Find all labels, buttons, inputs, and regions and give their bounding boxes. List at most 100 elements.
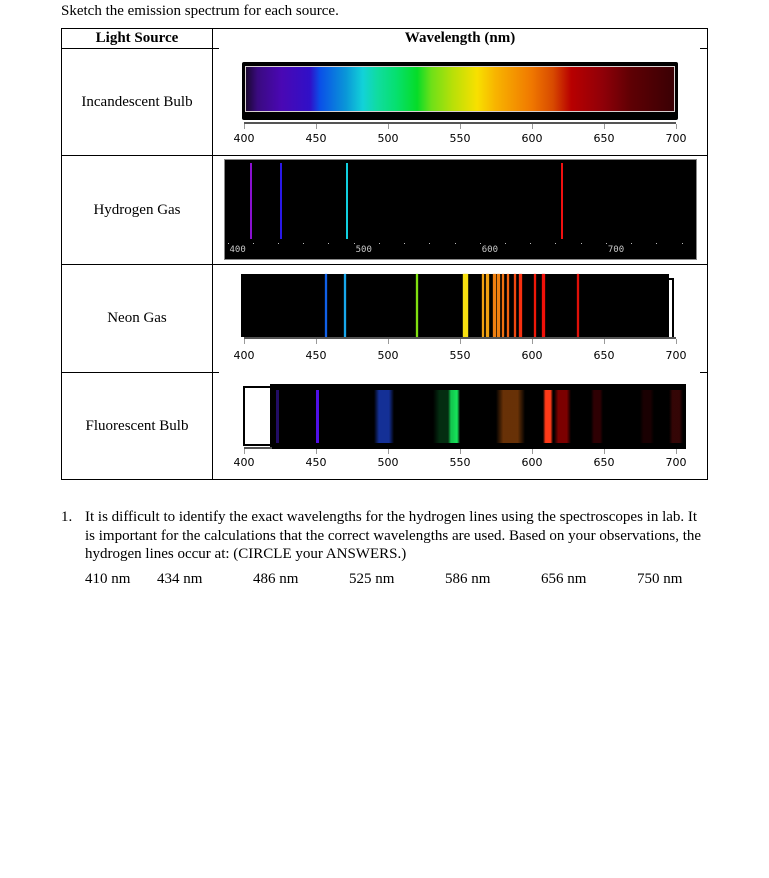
- source-hydrogen: Hydrogen Gas: [93, 202, 181, 218]
- axis-tick-label: 500: [377, 132, 399, 145]
- axis-tick: [460, 124, 461, 129]
- row-divider-1: [61, 155, 708, 156]
- choice-486[interactable]: 486 nm: [253, 571, 298, 588]
- axis-tick: [676, 449, 677, 454]
- choice-586[interactable]: 586 nm: [445, 571, 490, 588]
- axis-tick: [388, 124, 389, 129]
- hydrogen-axis-dot: [455, 243, 456, 244]
- neon-line-602: [533, 274, 537, 337]
- axis-tick-label: 450: [305, 132, 327, 145]
- hydrogen-axis-label: 700: [607, 245, 625, 255]
- axis-tick-label: 450: [305, 349, 327, 362]
- question-number: 1.: [61, 509, 73, 525]
- header-wavelength: Wavelength (nm): [404, 30, 516, 46]
- axis-tick-label: 600: [521, 456, 543, 469]
- axis-tick-label: 650: [593, 349, 615, 362]
- axis-tick-label: 500: [377, 456, 399, 469]
- axis-tick: [244, 124, 245, 129]
- neon-line-574: [493, 274, 497, 337]
- axis-tick-label: 550: [449, 132, 471, 145]
- hydrogen-axis-dot: [354, 243, 355, 244]
- axis-tick: [676, 124, 677, 129]
- hydrogen-axis-dot: [555, 243, 556, 244]
- source-neon: Neon Gas: [107, 310, 167, 326]
- table-border-bottom: [61, 479, 708, 480]
- choice-656[interactable]: 656 nm: [541, 571, 586, 588]
- axis-tick-label: 650: [593, 132, 615, 145]
- hydrogen-line-410: [250, 163, 252, 239]
- neon-line-588: [513, 274, 516, 337]
- hydrogen-line-656: [561, 163, 563, 239]
- column-divider: [212, 28, 213, 480]
- neon-line-554: [463, 274, 469, 337]
- axis-tick: [316, 449, 317, 454]
- axis-tick: [316, 339, 317, 344]
- neon-line-457: [324, 274, 328, 337]
- axis-tick: [388, 339, 389, 344]
- axis-tick: [532, 449, 533, 454]
- fluorescent-band-423: [275, 390, 279, 443]
- fluorescent-band-451: [315, 390, 320, 443]
- neon-line-583: [506, 274, 509, 337]
- axis-tick: [388, 449, 389, 454]
- axis-tick-label: 400: [233, 456, 255, 469]
- neon-line-608: [542, 274, 545, 337]
- hydrogen-axis-dot: [303, 243, 304, 244]
- hydrogen-axis-dot: [530, 243, 531, 244]
- axis-tick: [460, 339, 461, 344]
- row-divider-3-right: [700, 372, 708, 373]
- axis-tick: [532, 124, 533, 129]
- axis-tick-label: 550: [449, 349, 471, 362]
- row-divider-2: [61, 264, 708, 265]
- choice-525[interactable]: 525 nm: [349, 571, 394, 588]
- hydrogen-line-486: [346, 163, 348, 239]
- hydrogen-axis-dot: [656, 243, 657, 244]
- hydrogen-axis-dot: [682, 243, 683, 244]
- axis-tick-label: 450: [305, 456, 327, 469]
- fluorescent-band-497: [373, 390, 394, 443]
- hydrogen-axis-dot: [278, 243, 279, 244]
- axis-line: [244, 447, 272, 449]
- hydrogen-axis-dot: [505, 243, 506, 244]
- axis-tick: [604, 339, 605, 344]
- axis-tick-label: 700: [665, 132, 687, 145]
- axis-tick: [532, 339, 533, 344]
- axis-tick: [676, 339, 677, 344]
- axis-tick-label: 550: [449, 456, 471, 469]
- axis-tick-label: 600: [521, 349, 543, 362]
- hydrogen-line-434: [280, 163, 282, 239]
- choice-434[interactable]: 434 nm: [157, 571, 202, 588]
- axis-tick: [244, 339, 245, 344]
- axis-tick: [604, 124, 605, 129]
- table-border-top: [61, 28, 708, 29]
- axis-tick-label: 700: [665, 456, 687, 469]
- hydrogen-axis-dot: [328, 243, 329, 244]
- axis-tick-label: 600: [521, 132, 543, 145]
- hydrogen-axis-dot: [480, 243, 481, 244]
- hydrogen-axis-dot: [379, 243, 380, 244]
- axis-tick: [604, 449, 605, 454]
- axis-tick: [460, 449, 461, 454]
- instructions: Sketch the emission spectrum for each so…: [61, 3, 339, 19]
- neon-line-632: [576, 274, 580, 337]
- hydrogen-axis-label: 400: [229, 245, 246, 255]
- hydrogen-axis-label: 600: [481, 245, 499, 255]
- neon-line-470: [343, 274, 347, 337]
- choice-410[interactable]: 410 nm: [85, 571, 130, 588]
- choice-750[interactable]: 750 nm: [637, 571, 682, 588]
- row-divider-3: [61, 372, 219, 373]
- hydrogen-axis-dot: [253, 243, 254, 244]
- axis-tick-label: 400: [233, 349, 255, 362]
- header-light-source: Light Source: [95, 30, 179, 46]
- axis-tick-label: 500: [377, 349, 399, 362]
- fluorescent-band-585: [495, 390, 525, 443]
- neon-line-566: [481, 274, 485, 337]
- row-divider-header: [61, 48, 219, 49]
- hydrogen-axis-dot: [228, 243, 229, 244]
- neon-line-569: [486, 274, 489, 337]
- neon-line-520: [415, 274, 419, 337]
- fluorescent-band-680: [639, 390, 655, 443]
- hydrogen-axis-dot: [429, 243, 430, 244]
- neon-spectrum: [241, 274, 669, 337]
- neon-line-577: [497, 274, 501, 337]
